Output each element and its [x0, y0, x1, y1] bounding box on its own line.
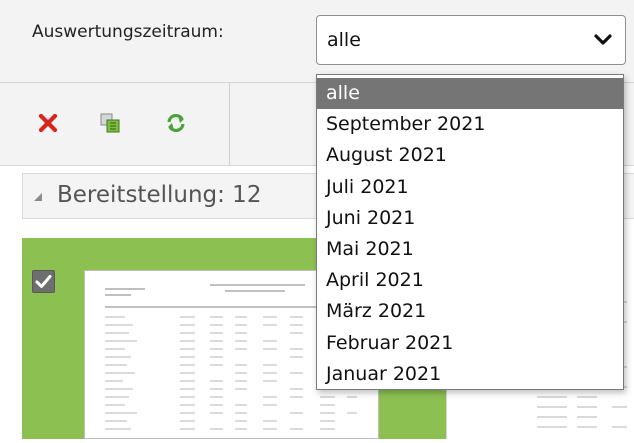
- period-select-value: alle: [327, 29, 361, 51]
- option-juni-2021[interactable]: Juni 2021: [317, 203, 623, 234]
- delete-icon[interactable]: [36, 111, 60, 135]
- period-dropdown-list[interactable]: alle September 2021 August 2021 Juli 202…: [316, 74, 624, 390]
- chevron-down-icon: [594, 34, 612, 45]
- period-filter-label: Auswertungszeitraum:: [32, 22, 224, 42]
- collapse-triangle-icon[interactable]: [33, 192, 43, 202]
- option-september-2021[interactable]: September 2021: [317, 109, 623, 140]
- filter-bar: Auswertungszeitraum: alle: [0, 0, 634, 83]
- section-title: Bereitstellung: 12: [57, 182, 262, 208]
- option-august-2021[interactable]: August 2021: [317, 140, 623, 171]
- option-februar-2021[interactable]: Februar 2021: [317, 328, 623, 359]
- option-april-2021[interactable]: April 2021: [317, 265, 623, 296]
- option-mai-2021[interactable]: Mai 2021: [317, 234, 623, 265]
- card-checkbox[interactable]: [32, 270, 55, 293]
- option-juli-2021[interactable]: Juli 2021: [317, 172, 623, 203]
- toolbar-separator: [229, 83, 230, 165]
- option-maerz-2021[interactable]: März 2021: [317, 296, 623, 327]
- period-select[interactable]: alle: [316, 15, 626, 65]
- checkmark-icon: [35, 275, 52, 288]
- option-alle[interactable]: alle: [317, 78, 623, 110]
- option-januar-2021[interactable]: Januar 2021: [317, 359, 623, 390]
- copy-icon[interactable]: [98, 111, 122, 135]
- refresh-icon[interactable]: [164, 111, 188, 135]
